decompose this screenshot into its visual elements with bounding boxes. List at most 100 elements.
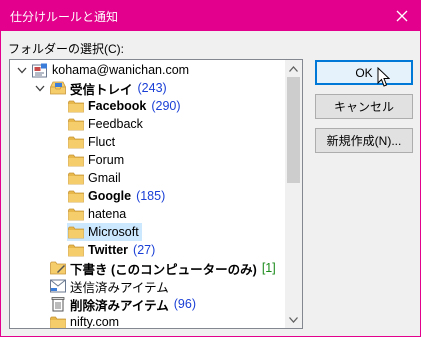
tree-item[interactable]: Fluct — [10, 133, 285, 151]
tree-item[interactable]: kohama@wanichan.com — [10, 61, 285, 79]
tree-item[interactable]: Microsoft — [10, 223, 285, 241]
new-folder-button[interactable]: 新規作成(N)... — [315, 128, 413, 153]
chevron-down-icon — [17, 67, 27, 74]
rules-dialog-window: 仕分けルールと通知 フォルダーの選択(C): kohama@wanichan.c… — [0, 0, 421, 337]
tree-expander-spacer — [34, 277, 46, 295]
folder-icon — [49, 314, 67, 328]
tree-expander-spacer — [52, 97, 64, 115]
tree-item-label: Microsoft — [88, 225, 139, 239]
tree-item-label: Forum — [88, 153, 125, 167]
trash-icon — [49, 296, 67, 312]
tree-item-content: 下書き (このコンピューターのみ) [1] — [49, 259, 279, 277]
tree-expander-spacer — [52, 115, 64, 133]
tree-item[interactable]: 受信トレイ (243) — [10, 79, 285, 97]
tree-expander-spacer — [52, 223, 64, 241]
tree-item-label: 下書き (このコンピューターのみ) — [70, 262, 257, 277]
folder-icon — [67, 242, 85, 258]
tree-item-content: 送信済みアイテム — [49, 277, 172, 295]
folder-tree[interactable]: kohama@wanichan.com 受信トレイ (243) Facebook (29… — [9, 59, 303, 329]
tree-expander-spacer — [52, 133, 64, 151]
tree-expander[interactable] — [34, 79, 46, 97]
tree-item[interactable]: Twitter (27) — [10, 241, 285, 259]
tree-item-label: Fluct — [88, 135, 116, 149]
tree-item-content: kohama@wanichan.com — [31, 61, 192, 79]
tree-expander-spacer — [34, 295, 46, 313]
tree-item-content: Microsoft — [67, 223, 142, 241]
tree-item[interactable]: Google (185) — [10, 187, 285, 205]
tree-item-label: hatena — [88, 207, 127, 221]
tree-item[interactable]: 送信済みアイテム — [10, 277, 285, 295]
tree-item[interactable]: Facebook (290) — [10, 97, 285, 115]
tree-expander-spacer — [52, 151, 64, 169]
folder-tree-rows: kohama@wanichan.com 受信トレイ (243) Facebook (29… — [10, 60, 285, 328]
ok-button[interactable]: OK — [315, 60, 413, 85]
tree-item-content: Fluct — [67, 133, 118, 151]
tree-expander-spacer — [34, 259, 46, 277]
tree-item-content: Forum — [67, 151, 127, 169]
chevron-up-icon — [289, 65, 298, 72]
title-bar: 仕分けルールと通知 — [1, 1, 420, 31]
tree-item-label: nifty.com — [70, 315, 120, 328]
close-button[interactable] — [384, 1, 420, 31]
tree-item-label: Google — [88, 189, 132, 203]
tree-item-count: (290) — [151, 99, 181, 113]
tree-item-label: Twitter — [88, 243, 129, 257]
tree-item-count: (243) — [137, 81, 167, 95]
tree-expander-spacer — [52, 187, 64, 205]
tree-item-content: Gmail — [67, 169, 124, 187]
ok-button-label: OK — [355, 65, 373, 80]
tree-expander-spacer — [52, 241, 64, 259]
tree-expander-spacer — [52, 205, 64, 223]
cancel-button[interactable]: キャンセル — [315, 94, 413, 119]
tree-item-label: Facebook — [88, 99, 147, 113]
tree-item-label: Feedback — [88, 117, 143, 131]
folder-icon — [67, 224, 85, 240]
tree-item-content: 受信トレイ (243) — [49, 79, 170, 97]
tree-expander-spacer — [34, 313, 46, 328]
tree-item-content: hatena — [67, 205, 129, 223]
mailbox-icon — [31, 62, 49, 78]
folder-icon — [67, 206, 85, 222]
tree-expander[interactable] — [16, 61, 28, 79]
tree-item-count: [1] — [261, 261, 276, 275]
tree-item-content: Feedback — [67, 115, 146, 133]
folder-icon — [67, 98, 85, 114]
scroll-up-button[interactable] — [285, 60, 302, 77]
tree-expander-spacer — [52, 169, 64, 187]
tree-item-count: (27) — [133, 243, 156, 257]
tree-item[interactable]: 下書き (このコンピューターのみ) [1] — [10, 259, 285, 277]
tree-item-label: Gmail — [88, 171, 121, 185]
window-title: 仕分けルールと通知 — [10, 10, 119, 24]
chevron-down-icon — [289, 316, 298, 323]
folder-icon — [67, 134, 85, 150]
tree-item[interactable]: Gmail — [10, 169, 285, 187]
scroll-down-button[interactable] — [285, 311, 302, 328]
tree-item-label: kohama@wanichan.com — [52, 63, 190, 77]
tree-item-content: 削除済みアイテム (96) — [49, 295, 199, 313]
tree-item-count: (96) — [173, 297, 196, 311]
tree-item-content: Google (185) — [67, 187, 168, 205]
tree-item[interactable]: Feedback — [10, 115, 285, 133]
scroll-thumb[interactable] — [287, 77, 300, 183]
tree-item[interactable]: hatena — [10, 205, 285, 223]
tree-item[interactable]: 削除済みアイテム (96) — [10, 295, 285, 313]
sent-items-icon — [49, 278, 67, 294]
tree-item-content: Facebook (290) — [67, 97, 184, 115]
tree-vertical-scrollbar[interactable] — [285, 60, 302, 328]
drafts-icon — [49, 260, 67, 276]
folder-icon — [67, 170, 85, 186]
tree-item-count: (185) — [136, 189, 166, 203]
cancel-button-label: キャンセル — [333, 100, 394, 114]
new-folder-button-label: 新規作成(N)... — [326, 134, 402, 148]
chevron-down-icon — [35, 85, 45, 92]
tree-item-label: 削除済みアイテム — [70, 298, 169, 313]
tree-item-content: Twitter (27) — [67, 241, 158, 259]
folder-icon — [67, 152, 85, 168]
mouse-cursor-icon — [377, 67, 390, 87]
tree-item-label: 送信済みアイテム — [70, 280, 169, 295]
tree-item[interactable]: Forum — [10, 151, 285, 169]
tree-item-content: nifty.com — [49, 313, 122, 328]
tree-item[interactable]: nifty.com — [10, 313, 285, 328]
inbox-icon — [49, 80, 67, 96]
folder-icon — [67, 116, 85, 132]
